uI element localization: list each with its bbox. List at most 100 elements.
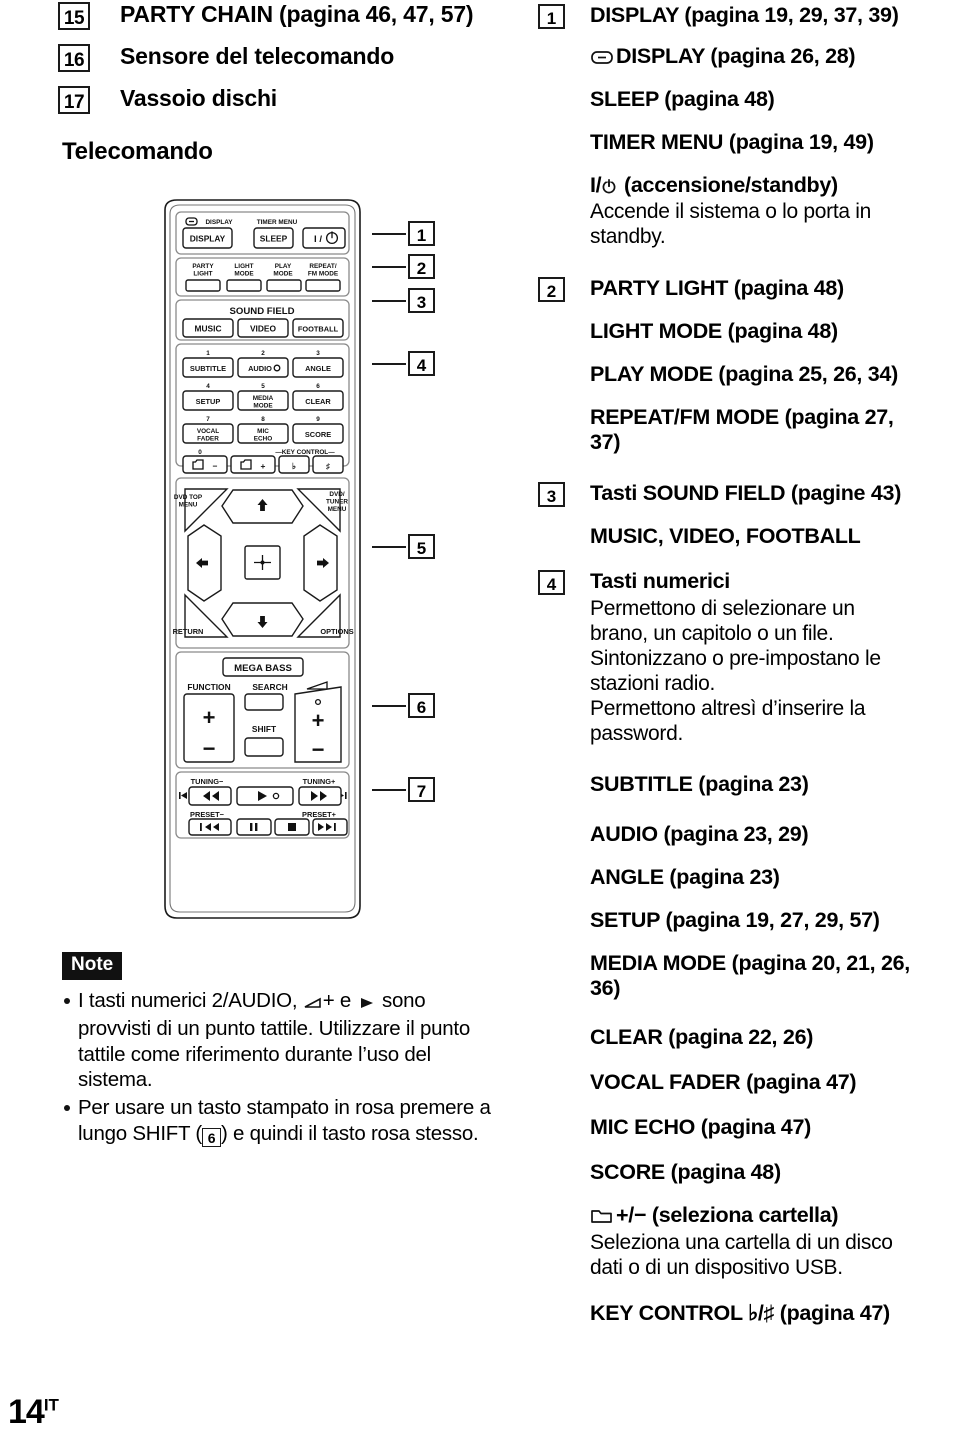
- spec-line-display-panel: DISPLAY (pagina 26, 28): [590, 43, 960, 71]
- note-bullet: I tasti numerici 2/AUDIO, + e sono provv…: [62, 988, 492, 1093]
- svg-text:SCORE: SCORE: [305, 430, 331, 439]
- svg-text:SOUND FIELD: SOUND FIELD: [229, 306, 294, 317]
- spec-line: password.: [590, 722, 684, 745]
- play-icon: [357, 990, 377, 1016]
- svg-text:+: +: [312, 708, 325, 733]
- spec-line: MEDIA MODE (pagina 20, 21, 26,: [590, 951, 910, 975]
- svg-text:PRESET−: PRESET−: [190, 810, 225, 819]
- page-number: 14IT: [8, 1393, 59, 1432]
- spec-line: Seleziona una cartella di un disco: [590, 1231, 893, 1254]
- spec-line: ANGLE (pagina 23): [590, 865, 780, 889]
- spec-line: SCORE (pagina 48): [590, 1160, 781, 1184]
- list-item-label: Sensore del telecomando: [120, 43, 395, 69]
- svg-text:2: 2: [261, 350, 265, 357]
- list-item-label: Vassoio dischi: [120, 85, 277, 111]
- svg-text:MODE: MODE: [253, 403, 273, 410]
- spec-line: brano, un capitolo o un file.: [590, 622, 834, 645]
- svg-text:ECHO: ECHO: [254, 436, 272, 443]
- spec-line: DISPLAY (pagina 19, 29, 37, 39): [590, 3, 899, 27]
- page-locale-suffix: IT: [43, 1395, 59, 1415]
- svg-text:DVD/: DVD/: [329, 491, 344, 498]
- svg-text:5: 5: [261, 383, 265, 390]
- svg-text:LIGHT: LIGHT: [193, 271, 212, 278]
- remote-control-diagram: .bd{fill:#fff;stroke:#1a1a1a;stroke-widt…: [155, 198, 370, 920]
- spec-line-power: I/ (accensione/standby): [590, 172, 960, 200]
- spec-line: Permettono di selezionare un: [590, 597, 855, 620]
- spec-line: 37): [590, 430, 621, 454]
- inline-index-badge-6: 6: [201, 1128, 221, 1148]
- leader-line-2: [372, 266, 406, 268]
- list-item: 16 Sensore del telecomando: [58, 43, 395, 72]
- spec-line: PLAY MODE (pagina 25, 26, 34): [590, 362, 898, 386]
- spec-line: CLEAR (pagina 22, 26): [590, 1025, 814, 1049]
- svg-text:SETUP: SETUP: [196, 397, 221, 406]
- spec-line-text: DISPLAY (pagina 26, 28): [616, 44, 856, 68]
- svg-text:TUNING−: TUNING−: [191, 777, 224, 786]
- svg-text:FADER: FADER: [197, 436, 219, 443]
- svg-text:OPTIONS: OPTIONS: [320, 627, 353, 636]
- svg-text:DISPLAY: DISPLAY: [205, 219, 233, 226]
- svg-text:MENU: MENU: [328, 506, 347, 513]
- svg-text:MEGA BASS: MEGA BASS: [234, 663, 292, 674]
- svg-text:8: 8: [261, 416, 265, 423]
- page-title: Telecomando: [62, 138, 213, 165]
- spec-line: SETUP (pagina 19, 27, 29, 57): [590, 908, 880, 932]
- spec-line: SUBTITLE (pagina 23): [590, 772, 809, 796]
- svg-text:SEARCH: SEARCH: [252, 682, 287, 692]
- spec-line: REPEAT/FM MODE (pagina 27,: [590, 405, 894, 429]
- leader-line-4: [372, 363, 406, 365]
- spec-line: Permettono altresì d’inserire la: [590, 697, 866, 720]
- index-badge-17: 17: [58, 86, 90, 114]
- leader-line-1: [372, 233, 406, 235]
- svg-text:FUNCTION: FUNCTION: [187, 682, 230, 692]
- svg-text:−: −: [213, 461, 218, 471]
- svg-text:MIC: MIC: [257, 428, 269, 435]
- svg-text:6: 6: [316, 383, 320, 390]
- svg-text:MODE: MODE: [234, 271, 254, 278]
- svg-text:+: +: [203, 705, 216, 730]
- spec-line: stazioni radio.: [590, 672, 716, 695]
- spec-line: 36): [590, 976, 621, 1000]
- leader-line-5: [372, 546, 406, 548]
- svg-text:PARTY: PARTY: [192, 263, 214, 270]
- spec-line: LIGHT MODE (pagina 48): [590, 319, 838, 343]
- svg-text:DISPLAY: DISPLAY: [190, 234, 226, 244]
- svg-text:SLEEP: SLEEP: [260, 234, 288, 244]
- spec-line: TIMER MENU (pagina 19, 49): [590, 130, 874, 154]
- svg-text:3: 3: [316, 350, 320, 357]
- svg-text:REPEAT/: REPEAT/: [309, 263, 336, 270]
- list-item: 15 PARTY CHAIN (pagina 46, 47, 57): [58, 1, 474, 30]
- svg-text:PRESET+: PRESET+: [302, 810, 337, 819]
- spec-line: MUSIC, VIDEO, FOOTBALL: [590, 524, 861, 548]
- svg-text:MEDIA: MEDIA: [253, 395, 274, 402]
- spec-line: KEY CONTROL ♭/♯ (pagina 47): [590, 1301, 890, 1325]
- svg-text:+: +: [261, 461, 266, 471]
- leader-line-7: [372, 789, 406, 791]
- svg-text:−: −: [312, 737, 325, 762]
- spec-line-folder: +/− (seleziona cartella): [590, 1202, 960, 1230]
- svg-text:AUDIO: AUDIO: [248, 364, 272, 373]
- manual-page: 15 PARTY CHAIN (pagina 46, 47, 57) 16 Se…: [0, 0, 960, 1452]
- svg-text:VOCAL: VOCAL: [197, 428, 219, 435]
- svg-text:I /: I /: [314, 234, 322, 245]
- svg-text:♭: ♭: [292, 461, 296, 471]
- svg-text:RETURN: RETURN: [173, 627, 204, 636]
- volume-icon: [303, 990, 323, 1016]
- svg-text:TUNING+: TUNING+: [303, 777, 336, 786]
- svg-text:FM MODE: FM MODE: [308, 271, 339, 278]
- index-badge-16: 16: [58, 44, 90, 72]
- leader-line-3: [372, 300, 406, 302]
- svg-text:ANGLE: ANGLE: [305, 364, 331, 373]
- note-block: Note I tasti numerici 2/AUDIO, + e sono …: [62, 952, 492, 1149]
- spec-line-text: +/− (seleziona cartella): [616, 1203, 839, 1227]
- svg-text:MODE: MODE: [273, 271, 293, 278]
- power-icon: [601, 174, 618, 200]
- note-bullet-list: I tasti numerici 2/AUDIO, + e sono provv…: [62, 988, 492, 1148]
- list-item-label: PARTY CHAIN (pagina 46, 47, 57): [120, 1, 474, 27]
- spec-line: Accende il sistema o lo porta in: [590, 200, 872, 223]
- svg-text:VIDEO: VIDEO: [250, 324, 277, 334]
- spec-line: dati o di un dispositivo USB.: [590, 1256, 843, 1279]
- svg-text:MUSIC: MUSIC: [195, 324, 222, 334]
- svg-text:0: 0: [198, 449, 202, 456]
- list-item: 17 Vassoio dischi: [58, 85, 277, 114]
